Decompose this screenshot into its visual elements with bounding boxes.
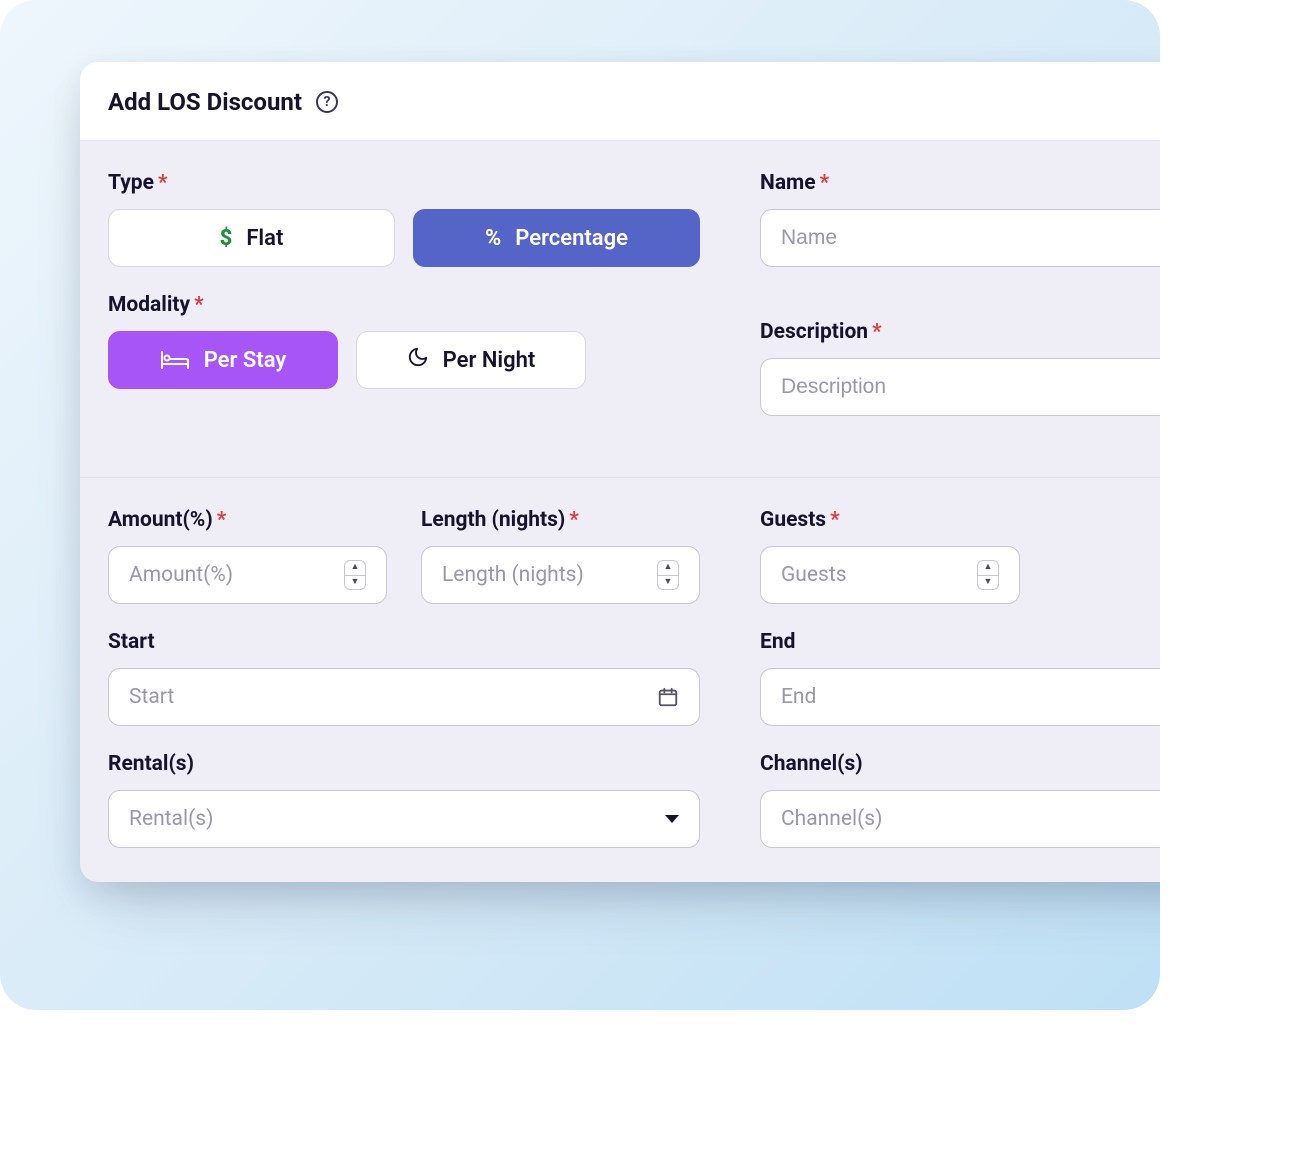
label-start: Start	[108, 630, 700, 654]
required-marker: *	[820, 171, 830, 195]
type-flat-label: Flat	[246, 226, 283, 251]
required-marker: *	[194, 293, 204, 317]
field-name: Name* 0/50	[760, 171, 1160, 294]
required-marker: *	[158, 171, 168, 195]
type-percentage-label: Percentage	[515, 226, 628, 251]
label-length: Length (nights)*	[421, 508, 700, 532]
field-start: Start Start	[108, 630, 700, 726]
field-channels: Channel(s) Channel(s)	[760, 752, 1160, 848]
end-placeholder: End	[781, 685, 816, 709]
modal-title: Add LOS Discount	[108, 88, 302, 116]
modal-header: Add LOS Discount ?	[80, 62, 1160, 141]
percent-icon: %	[485, 226, 501, 251]
length-placeholder: Length (nights)	[442, 563, 584, 587]
amount-stepper[interactable]: ▲▼	[344, 560, 366, 590]
label-type: Type*	[108, 171, 700, 195]
bed-icon	[160, 349, 190, 371]
field-guests: Guests* Guests ▲▼	[760, 508, 1020, 604]
label-end: End	[760, 630, 1160, 654]
length-input[interactable]: Length (nights) ▲▼	[421, 546, 700, 604]
description-counter: 0/150	[760, 422, 1160, 443]
field-rentals: Rental(s) Rental(s)	[108, 752, 700, 848]
guests-placeholder: Guests	[781, 563, 847, 587]
moon-icon	[407, 346, 429, 374]
label-modality: Modality*	[108, 293, 700, 317]
name-input[interactable]	[760, 209, 1160, 267]
chevron-down-icon	[665, 815, 679, 823]
calendar-icon	[657, 686, 679, 708]
field-length: Length (nights)* Length (nights) ▲▼	[421, 508, 700, 604]
type-segmented: $ Flat % Percentage	[108, 209, 700, 267]
label-name: Name*	[760, 171, 1160, 195]
guests-input[interactable]: Guests ▲▼	[760, 546, 1020, 604]
label-guests: Guests*	[760, 508, 1020, 532]
required-marker: *	[569, 508, 579, 532]
modality-per-stay-label: Per Stay	[204, 348, 287, 373]
modality-segmented: Per Stay Per Night	[108, 331, 700, 389]
required-marker: *	[872, 320, 882, 344]
channels-select[interactable]: Channel(s)	[760, 790, 1160, 848]
required-marker: *	[217, 508, 227, 532]
field-amount: Amount(%)* Amount(%) ▲▼	[108, 508, 387, 604]
page-backdrop: Add LOS Discount ? Type* $ Flat	[0, 0, 1160, 1010]
label-amount: Amount(%)*	[108, 508, 387, 532]
modality-per-stay-button[interactable]: Per Stay	[108, 331, 338, 389]
amount-placeholder: Amount(%)	[129, 563, 233, 587]
add-los-discount-modal: Add LOS Discount ? Type* $ Flat	[80, 62, 1160, 882]
field-modality: Modality*	[108, 293, 700, 389]
help-icon[interactable]: ?	[316, 91, 338, 113]
rentals-placeholder: Rental(s)	[129, 807, 213, 831]
start-placeholder: Start	[129, 685, 174, 709]
section-basic: Type* $ Flat % Percentage	[80, 141, 1160, 477]
field-description: Description* 0/150	[760, 320, 1160, 443]
required-marker: *	[830, 508, 840, 532]
section-details: Amount(%)* Amount(%) ▲▼ Length (nights)*	[80, 477, 1160, 882]
channels-placeholder: Channel(s)	[781, 807, 882, 831]
rentals-select[interactable]: Rental(s)	[108, 790, 700, 848]
modality-per-night-button[interactable]: Per Night	[356, 331, 586, 389]
label-channels: Channel(s)	[760, 752, 1160, 776]
start-date-input[interactable]: Start	[108, 668, 700, 726]
length-stepper[interactable]: ▲▼	[657, 560, 679, 590]
dollar-icon: $	[220, 226, 233, 251]
end-date-input[interactable]: End	[760, 668, 1160, 726]
modality-per-night-label: Per Night	[443, 348, 536, 373]
label-rentals: Rental(s)	[108, 752, 700, 776]
field-end: End End	[760, 630, 1160, 726]
description-input[interactable]	[760, 358, 1160, 416]
field-type: Type* $ Flat % Percentage	[108, 171, 700, 267]
type-percentage-button[interactable]: % Percentage	[413, 209, 700, 267]
guests-stepper[interactable]: ▲▼	[977, 560, 999, 590]
type-flat-button[interactable]: $ Flat	[108, 209, 395, 267]
label-description: Description*	[760, 320, 1160, 344]
amount-input[interactable]: Amount(%) ▲▼	[108, 546, 387, 604]
name-counter: 0/50	[760, 273, 1160, 294]
